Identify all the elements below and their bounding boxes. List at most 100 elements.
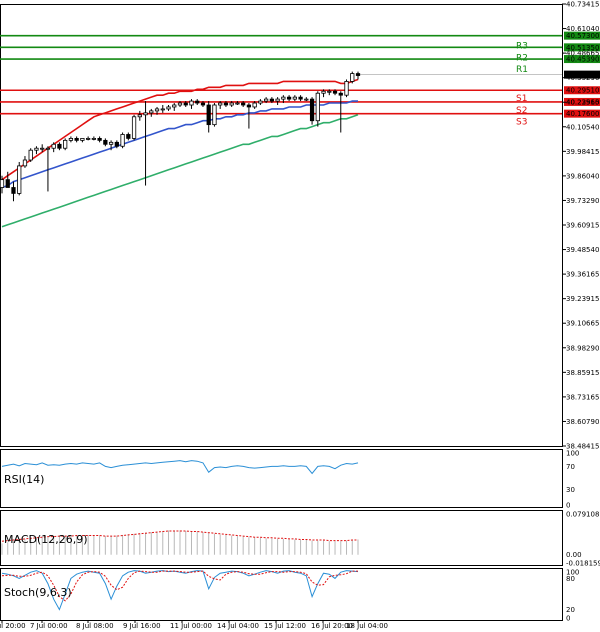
level-value-r3: 40.57300 [566,32,599,40]
candle-body [223,102,229,106]
level-value-s3: 40.17600 [566,110,599,118]
candle-body [235,102,240,105]
candle-body [57,143,62,149]
price-tick-label: 38.98290 [566,344,599,352]
candle-body [183,102,188,106]
candle-body [120,134,125,147]
candle-body [126,134,131,139]
stoch-tick-label: 80 [566,575,575,583]
candle-body [304,98,309,101]
macd-tick-label: 0.00 [566,551,582,559]
candle-body [74,137,79,141]
macd-tick-label: 0.079108 [566,511,599,519]
candle-body [292,96,297,100]
level-name-r1: R1 [516,65,528,75]
rsi-tick-label: 100 [566,450,579,458]
rsi-label: RSI(14) [4,473,44,486]
price-tick-label: 40.73415 [566,1,599,9]
price-tick-label: 40.61040 [566,25,599,33]
candle-body [131,116,137,139]
candle-body [0,179,5,188]
price-tick-label: 40.35290 [566,74,599,82]
stoch-tick-label: 0 [566,615,570,623]
candle-body [108,141,114,145]
candle-body [344,81,349,96]
macd-tick-label: -0.018159 [566,560,600,568]
candle-body [218,102,223,106]
candle-body [229,102,234,106]
candle-body [103,139,108,145]
candle-body [51,143,56,149]
candle-body [281,96,286,100]
candle [120,132,125,149]
price-tick-label: 39.23915 [566,295,599,303]
level-name-s3: S3 [516,118,527,128]
candle-body [258,100,263,104]
candle-body [17,165,22,194]
candle-body [286,96,292,100]
candle [309,97,315,125]
candle-body [309,98,315,122]
candle-body [200,102,206,106]
candle [212,103,217,127]
candle-body [327,90,332,93]
rsi-tick-label: 70 [566,463,575,471]
candle-body [241,102,246,106]
price-tick-label: 38.85915 [566,369,599,377]
candle-body [275,98,280,102]
candle-body [321,90,326,94]
price-tick-label: 39.86040 [566,172,599,180]
price-tick-label: 40.48665 [566,50,599,58]
level-name-s1: S1 [516,94,527,104]
candle-body [160,108,165,111]
candle-body [166,106,171,110]
candle-body [86,137,91,140]
candle-body [63,139,68,149]
level-value-s1: 40.29510 [566,87,599,95]
candle-body [246,104,252,108]
candle-body [137,114,142,118]
stoch-label: Stoch(9,6,3) [4,586,72,599]
candle-body [252,102,257,108]
candle [344,79,349,98]
price-tick-label: 40.22915 [566,99,599,107]
candle-body [45,147,51,150]
candle-body [269,98,274,102]
candle-body [172,104,177,108]
candle [131,114,137,141]
candle-body [11,187,16,194]
candle-body [40,147,45,150]
candle-body [338,92,343,96]
time-tick-label: 9 Jul 16:00 [123,622,161,630]
time-tick-label: 14 Jul 04:00 [217,622,259,630]
time-tick-label: 7 Jul 00:00 [30,622,68,630]
time-tick-label: 4 Jul 20:00 [0,622,26,630]
candle-body [154,108,160,112]
candle-body [177,102,183,106]
candle-body [212,104,217,126]
price-tick-label: 38.60790 [566,418,599,426]
candle-body [264,98,269,102]
candle-body [350,73,355,82]
candle [28,148,33,162]
forex-chart: R340.57300R240.51350R140.45390S140.29510… [0,0,600,632]
candle-body [355,73,361,76]
candle-body [206,104,211,126]
price-tick-label: 39.48540 [566,246,599,254]
candle-body [332,90,338,94]
candle-body [114,141,119,147]
candle-body [195,100,200,104]
time-axis: 4 Jul 20:00 7 Jul 00:00 8 Jul 08:00 9 Jul 1… [0,620,388,630]
candle-body [97,137,102,141]
price-tick-label: 39.60915 [566,222,599,230]
price-tick-label: 38.73165 [566,393,599,401]
price-tick-label: 39.36165 [566,271,599,279]
chart-canvas: R340.57300R240.51350R140.45390S140.29510… [0,0,600,632]
candle-body [189,100,194,106]
candle-body [315,92,320,122]
time-tick-label: 11 Jul 00:00 [170,622,212,630]
price-tick-label: 40.10540 [566,123,599,131]
candle-body [91,137,96,140]
candle [63,138,68,151]
candle-body [5,179,10,188]
